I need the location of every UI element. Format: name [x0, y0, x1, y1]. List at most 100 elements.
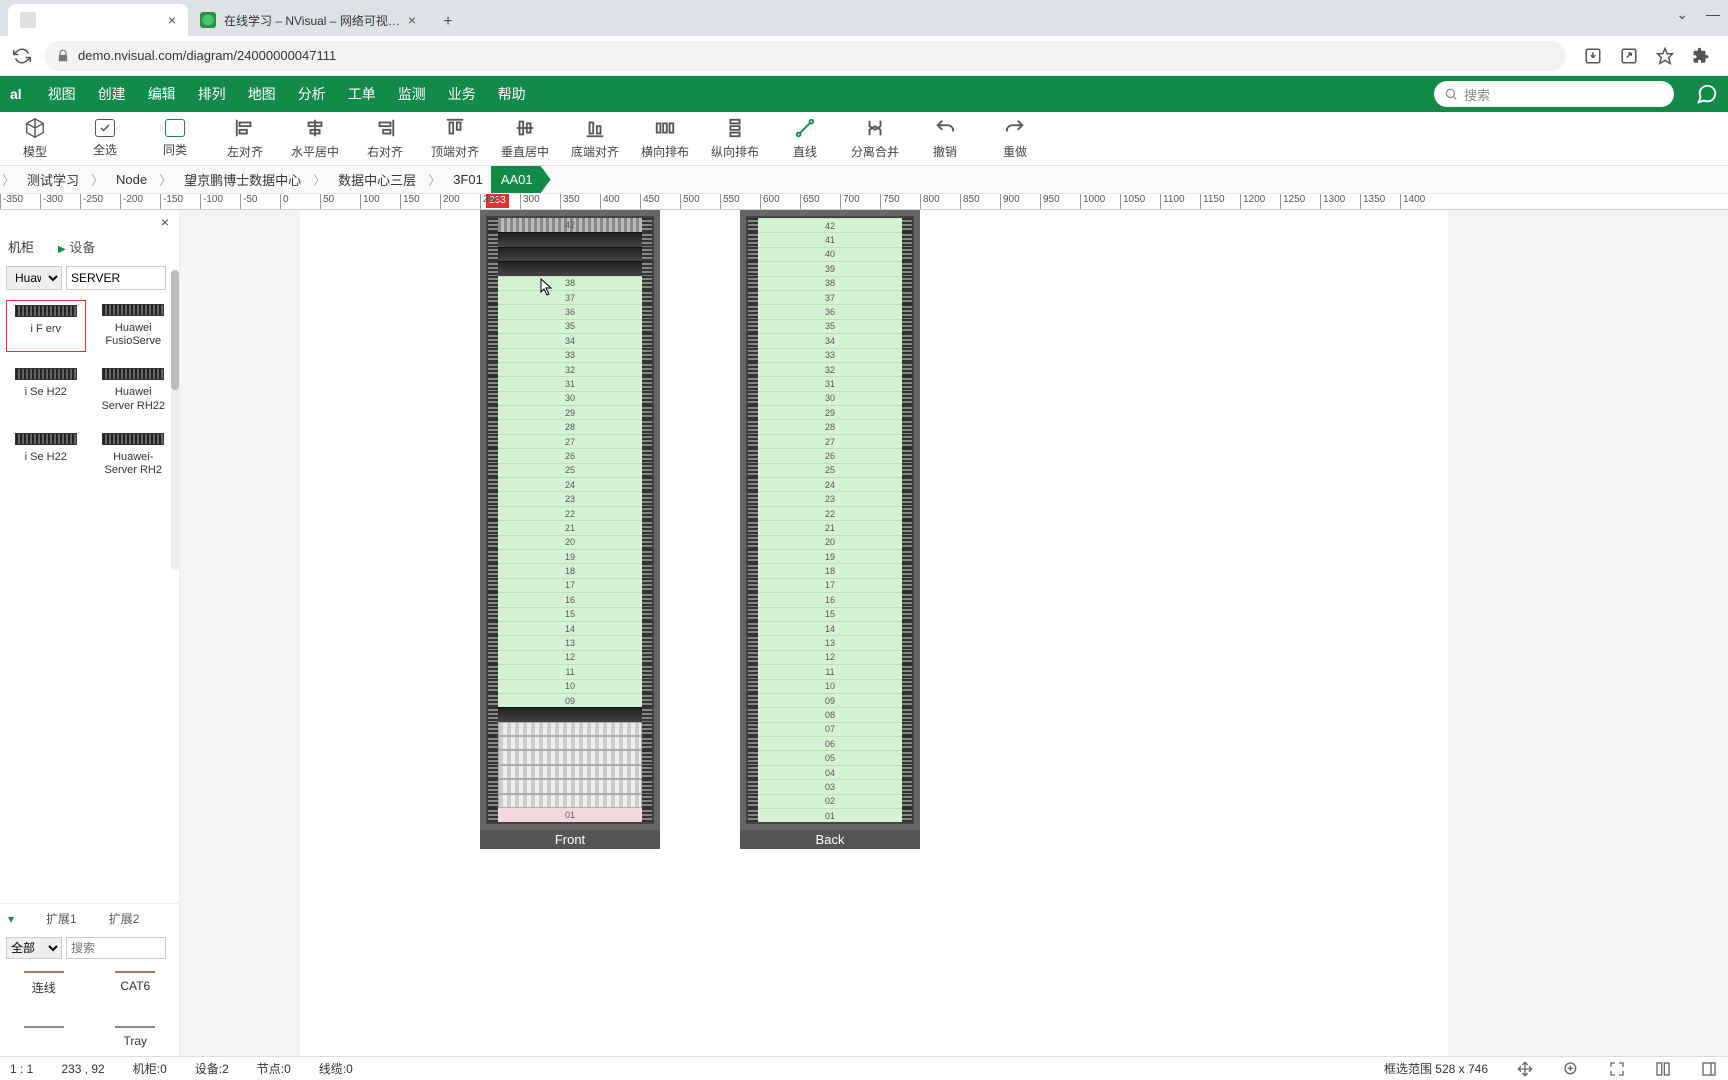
rack-unit-row[interactable]: [488, 779, 652, 793]
rack-slot[interactable]: [498, 750, 642, 764]
rack-slot[interactable]: 38: [498, 276, 642, 290]
app-logo[interactable]: al: [10, 86, 22, 102]
tool-selectall[interactable]: 全选: [70, 112, 140, 166]
chat-icon[interactable]: [1696, 83, 1718, 105]
tool-align-vcenter[interactable]: 垂直居中: [490, 112, 560, 166]
rack-unit-row[interactable]: 19: [748, 549, 912, 563]
rack-slot[interactable]: 33: [498, 348, 642, 362]
rack-unit-row[interactable]: 01: [748, 808, 912, 822]
tool-align-left[interactable]: 左对齐: [210, 112, 280, 166]
rack-unit-row[interactable]: 26: [488, 448, 652, 462]
rack-back[interactable]: 4241403938373635343332313029282726252423…: [740, 210, 920, 849]
rack-slot[interactable]: 13: [498, 635, 642, 649]
rack-slot[interactable]: 35: [498, 319, 642, 333]
tab-rack[interactable]: 机柜: [8, 237, 34, 256]
rack-unit-row[interactable]: 03: [748, 779, 912, 793]
rack-slot[interactable]: 31: [758, 376, 902, 390]
rack-slot[interactable]: 27: [758, 434, 902, 448]
rack-slot[interactable]: 11: [498, 664, 642, 678]
cable-type-select[interactable]: 全部: [6, 937, 62, 959]
rack-slot[interactable]: 07: [758, 722, 902, 736]
share-icon[interactable]: [1620, 47, 1638, 65]
app-search-input[interactable]: 搜索: [1434, 81, 1674, 107]
rack-unit-row[interactable]: 04: [748, 765, 912, 779]
rack-slot[interactable]: 28: [758, 419, 902, 433]
rack-unit-row[interactable]: 14: [488, 621, 652, 635]
rack-unit-row[interactable]: 16: [488, 592, 652, 606]
rack-slot[interactable]: [498, 232, 642, 246]
cable-item[interactable]: CAT6: [115, 971, 155, 996]
rack-slot[interactable]: 08: [758, 707, 902, 721]
rack-slot[interactable]: 20: [758, 535, 902, 549]
menu-arrange[interactable]: 排列: [198, 84, 226, 104]
rack-unit-row[interactable]: [488, 750, 652, 764]
crumb-item[interactable]: 数据中心三层: [328, 166, 426, 193]
rack-slot[interactable]: 20: [498, 535, 642, 549]
device-item[interactable]: i Se H22: [6, 364, 86, 416]
rack-unit-row[interactable]: 01: [488, 808, 652, 822]
rack-slot[interactable]: 10: [758, 679, 902, 693]
rack-slot[interactable]: 25: [758, 463, 902, 477]
rack-unit-row[interactable]: 38: [748, 276, 912, 290]
rack-slot[interactable]: 28: [498, 419, 642, 433]
rack-slot[interactable]: 32: [498, 362, 642, 376]
rack-unit-row[interactable]: 37: [748, 290, 912, 304]
rack-unit-row[interactable]: 10: [488, 679, 652, 693]
rack-slot[interactable]: [498, 261, 642, 275]
rack-unit-row[interactable]: [488, 794, 652, 808]
device-item[interactable]: i F erv: [6, 300, 86, 352]
rack-unit-row[interactable]: 05: [748, 750, 912, 764]
rack-unit-row[interactable]: [488, 722, 652, 736]
rack-slot[interactable]: 15: [498, 607, 642, 621]
rack-slot[interactable]: 42: [758, 218, 902, 232]
minimize-icon[interactable]: —: [1706, 6, 1720, 23]
rack-unit-row[interactable]: 12: [488, 650, 652, 664]
rack-slot[interactable]: 24: [758, 477, 902, 491]
cable-search-input[interactable]: [66, 937, 166, 959]
rack-slot[interactable]: 29: [758, 405, 902, 419]
rack-unit-row[interactable]: 34: [748, 333, 912, 347]
browser-tab-2[interactable]: 在线学习 – NVisual – 网络可视… ×: [188, 4, 428, 36]
rack-unit-row[interactable]: 15: [488, 607, 652, 621]
rack-unit-row[interactable]: [488, 261, 652, 275]
menu-map[interactable]: 地图: [248, 84, 276, 104]
rack-unit-row[interactable]: 36: [488, 304, 652, 318]
rack-slot[interactable]: 21: [758, 520, 902, 534]
rack-slot[interactable]: [498, 794, 642, 808]
tool-dist-horizontal[interactable]: 横向排布: [630, 112, 700, 166]
rack-unit-row[interactable]: 09: [488, 693, 652, 707]
rack-slot[interactable]: 12: [498, 650, 642, 664]
rack-unit-row[interactable]: [488, 736, 652, 750]
rack-slot[interactable]: [498, 765, 642, 779]
tool-sametype[interactable]: 同类: [140, 112, 210, 166]
rack-slot[interactable]: 13: [758, 635, 902, 649]
extension-icon[interactable]: [1692, 47, 1710, 65]
tool-line[interactable]: 直线: [770, 112, 840, 166]
rack-slot[interactable]: 01: [758, 808, 902, 822]
rack-slot[interactable]: 32: [758, 362, 902, 376]
rack-unit-row[interactable]: 39: [748, 261, 912, 275]
device-search-input[interactable]: [66, 266, 166, 290]
rack-slot[interactable]: 19: [758, 549, 902, 563]
rack-unit-row[interactable]: 29: [488, 405, 652, 419]
rack-unit-row[interactable]: 26: [748, 448, 912, 462]
close-icon[interactable]: ×: [161, 214, 169, 230]
rack-slot[interactable]: 36: [498, 304, 642, 318]
rack-slot[interactable]: 36: [758, 304, 902, 318]
rack-unit-row[interactable]: 08: [748, 707, 912, 721]
dropdown-icon[interactable]: ▾: [8, 910, 14, 927]
menu-analyze[interactable]: 分析: [298, 84, 326, 104]
layout-icon[interactable]: [1654, 1060, 1672, 1078]
rack-unit-row[interactable]: 35: [488, 319, 652, 333]
rack-slot[interactable]: 41: [758, 232, 902, 246]
rack-unit-row[interactable]: [488, 247, 652, 261]
rack-unit-row[interactable]: 35: [748, 319, 912, 333]
rack-slot[interactable]: 10: [498, 679, 642, 693]
rack-slot[interactable]: 02: [758, 794, 902, 808]
menu-help[interactable]: 帮助: [498, 84, 526, 104]
menu-business[interactable]: 业务: [448, 84, 476, 104]
diagram-canvas[interactable]: 4238373635343332313029282726252423222120…: [180, 210, 1728, 1056]
rack-slot[interactable]: [498, 736, 642, 750]
rack-unit-row[interactable]: 21: [488, 520, 652, 534]
rack-unit-row[interactable]: 13: [748, 635, 912, 649]
